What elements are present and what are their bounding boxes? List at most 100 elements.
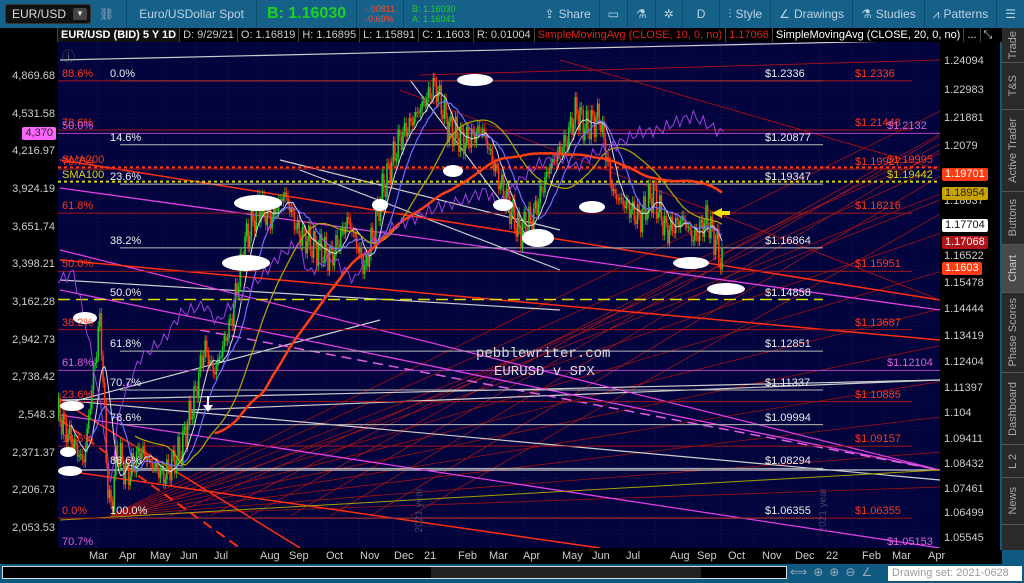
month-label: 21 bbox=[424, 550, 437, 562]
trend-line bbox=[59, 469, 601, 548]
candle bbox=[534, 200, 537, 209]
candle bbox=[442, 114, 444, 119]
candle bbox=[253, 221, 256, 232]
candle bbox=[205, 340, 208, 353]
flask-button[interactable]: ⚗ bbox=[628, 0, 656, 28]
month-label: Feb bbox=[862, 550, 881, 562]
chart-canvas[interactable] bbox=[58, 42, 940, 548]
chevron-down-icon[interactable]: ▼ bbox=[73, 8, 87, 20]
month-label: Jun bbox=[592, 550, 610, 562]
tab-t-s[interactable]: T&S bbox=[1002, 63, 1024, 110]
symbol-selector[interactable]: EUR/USD ▼ bbox=[5, 4, 91, 24]
side-tabs: Trade T&S Active Trader Buttons Chart Phase S… bbox=[1002, 28, 1024, 550]
style-button[interactable]: ⫶ Style bbox=[720, 0, 772, 28]
tab-trade[interactable]: Trade bbox=[1002, 28, 1024, 63]
trend-line bbox=[559, 59, 940, 171]
candle bbox=[424, 101, 427, 107]
arrow-left-icon bbox=[712, 208, 730, 218]
chart-plot[interactable]: pebblewriter.com EURUSD v SPX 2021 year … bbox=[58, 42, 940, 548]
tab-dashboard[interactable]: Dashboard bbox=[1002, 373, 1024, 445]
time-axis: Mar Apr May Jun Jul Aug Sep Oct Nov Dec 21 Feb Mar Ap… bbox=[0, 550, 1002, 564]
candle bbox=[185, 426, 187, 448]
settings-button[interactable]: ✲ bbox=[656, 0, 683, 28]
tab-buttons[interactable]: Buttons bbox=[1002, 192, 1024, 245]
candle bbox=[312, 231, 315, 258]
candle bbox=[638, 204, 640, 215]
alert-button[interactable]: ▭ bbox=[600, 0, 628, 28]
candle bbox=[668, 230, 671, 244]
tab-chart[interactable]: Chart bbox=[1002, 245, 1024, 293]
period-button[interactable]: D bbox=[683, 0, 721, 28]
patterns-button[interactable]: ⩘ Patterns bbox=[925, 0, 998, 28]
sma20-label[interactable]: SimpleMovingAvg (CLOSE, 20, 0, no) bbox=[773, 28, 965, 42]
candle bbox=[544, 177, 546, 193]
candle bbox=[489, 149, 492, 151]
candle bbox=[427, 87, 430, 98]
candle bbox=[170, 456, 173, 481]
highlight-marker bbox=[443, 165, 463, 177]
tab-phase-scores[interactable]: Phase Scores bbox=[1002, 293, 1024, 373]
drawing-set-selector[interactable]: Drawing set: 2021-0628 bbox=[888, 566, 1022, 581]
candle bbox=[207, 352, 210, 366]
candle bbox=[202, 357, 205, 367]
fan-line bbox=[409, 213, 940, 517]
price-tag: 1.17068 bbox=[942, 235, 988, 249]
link-icon[interactable]: ⛓ bbox=[99, 7, 114, 21]
candle bbox=[451, 116, 454, 147]
price-tag: 1.19701 bbox=[942, 167, 988, 181]
spx-axis-label: 3,398.21 bbox=[12, 258, 55, 271]
price-tag: 1.17704 bbox=[942, 219, 988, 233]
candle bbox=[381, 173, 384, 202]
zoom-out-icon[interactable]: ⊖ bbox=[845, 565, 855, 579]
share-button[interactable]: ⇪ Share bbox=[537, 0, 600, 28]
candle bbox=[103, 382, 106, 404]
candle bbox=[154, 462, 157, 468]
crosshair-icon[interactable]: ⊕ bbox=[813, 565, 823, 579]
divider bbox=[126, 0, 128, 28]
candle bbox=[647, 184, 650, 214]
candle bbox=[612, 189, 615, 192]
candle bbox=[178, 437, 181, 456]
candle bbox=[416, 111, 419, 113]
candle bbox=[520, 226, 522, 248]
alert-icon: ▭ bbox=[607, 7, 619, 21]
chart-scrollbar[interactable] bbox=[2, 566, 787, 579]
price-axis-label: 1.104 bbox=[944, 407, 972, 420]
candle bbox=[78, 455, 80, 457]
studies-label: Studies bbox=[875, 7, 916, 21]
tab-news[interactable]: News bbox=[1002, 478, 1024, 525]
candle bbox=[564, 134, 567, 142]
candle bbox=[651, 198, 653, 213]
scrollbar-thumb[interactable] bbox=[431, 567, 701, 578]
zoom-in-icon[interactable]: ⊕ bbox=[829, 565, 839, 579]
candle bbox=[99, 313, 101, 327]
chart-area[interactable]: 4,869.68 4,531.58 4,216.97 3,924.19 3,651.74… bbox=[0, 42, 1000, 550]
price-axis-label: 1.12404 bbox=[944, 355, 984, 368]
candle bbox=[220, 355, 222, 358]
trend-line bbox=[399, 89, 940, 301]
drawings-button[interactable]: ∠ Drawings bbox=[771, 0, 853, 28]
price-axis-label: 1.14444 bbox=[944, 303, 984, 316]
more-studies[interactable]: ... bbox=[964, 28, 981, 42]
candle bbox=[517, 212, 519, 237]
candle bbox=[434, 78, 436, 82]
studies-button[interactable]: ⚗ Studies bbox=[853, 0, 925, 28]
candle bbox=[558, 146, 561, 152]
candle bbox=[429, 87, 431, 99]
tab-l-2[interactable]: L 2 bbox=[1002, 445, 1024, 478]
candle bbox=[708, 227, 711, 239]
pan-icon[interactable]: ⟺ bbox=[790, 565, 807, 579]
candle bbox=[472, 128, 474, 132]
candle bbox=[76, 445, 79, 457]
candle bbox=[419, 109, 422, 113]
menu-button[interactable]: ☰ bbox=[997, 0, 1024, 28]
sma10-label[interactable]: SimpleMovingAvg (CLOSE, 10, 0, no) bbox=[535, 28, 727, 42]
spx-axis-label: 3,651.74 bbox=[12, 220, 55, 233]
candle bbox=[402, 131, 404, 150]
tab-active-trader[interactable]: Active Trader bbox=[1002, 110, 1024, 192]
candle bbox=[579, 107, 581, 131]
collapse-icon[interactable]: ⤡ bbox=[981, 28, 996, 42]
candle bbox=[143, 446, 146, 456]
candle bbox=[713, 226, 715, 255]
drawing-tool-icon[interactable]: ∠ bbox=[861, 565, 872, 579]
